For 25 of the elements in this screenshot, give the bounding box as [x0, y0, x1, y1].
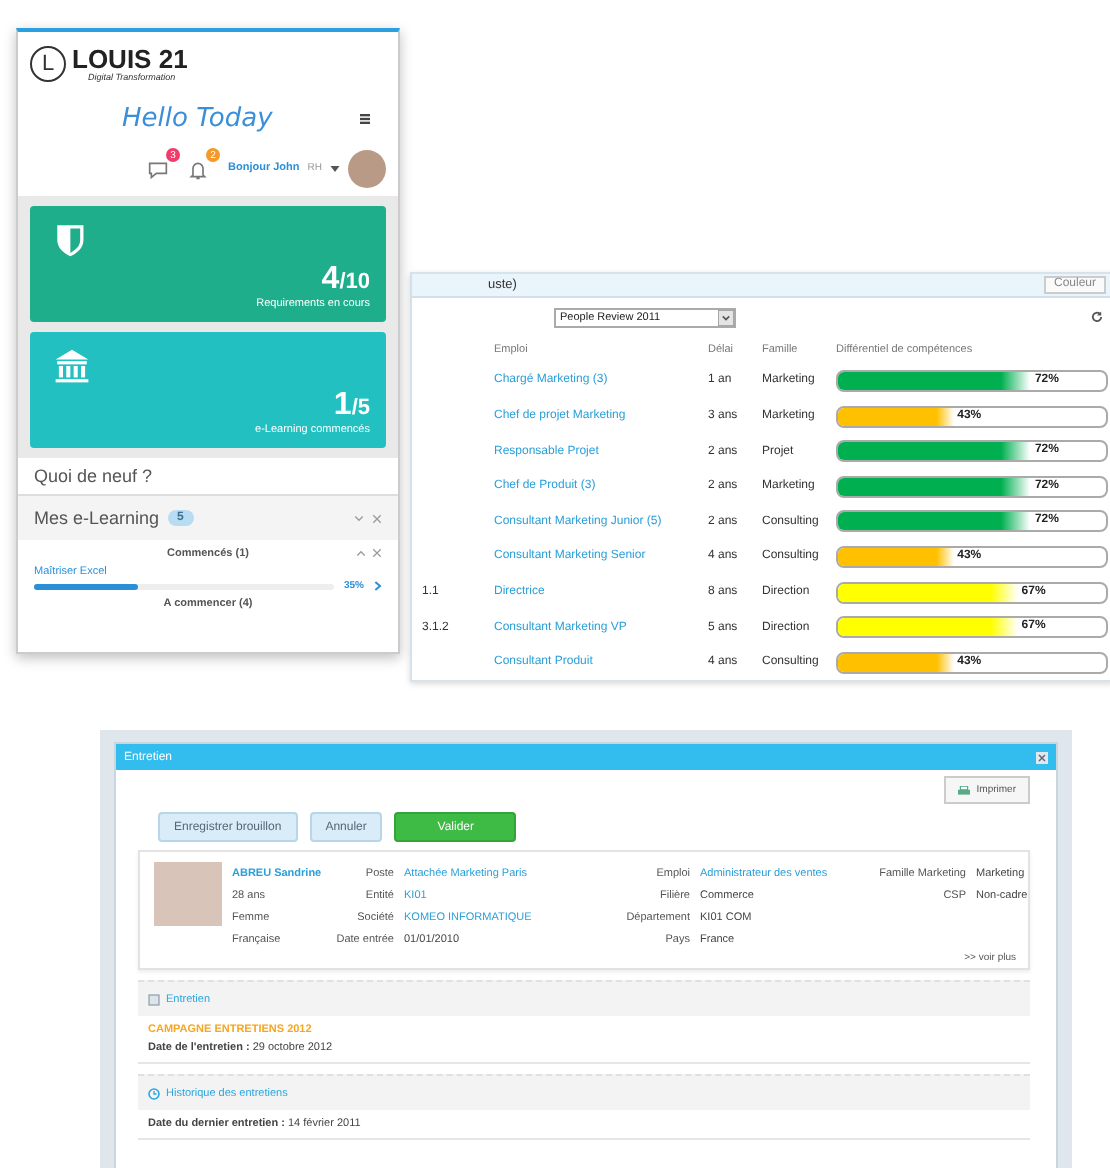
close-icon: [1036, 751, 1048, 763]
refresh-icon: [1090, 310, 1104, 325]
stat-value: 4/10: [321, 262, 370, 298]
chevron-down-icon: [354, 513, 364, 523]
checkbox-icon: [148, 993, 160, 1005]
bell-icon: [188, 160, 209, 180]
caret-icon: [330, 165, 340, 171]
clock-icon: [148, 1087, 160, 1099]
menu-icon: [360, 113, 370, 123]
chat-icon: [148, 160, 169, 180]
dropdown-caret-icon: [718, 309, 734, 326]
section-title: Mes e-Learning: [34, 508, 160, 528]
close-icon: [372, 513, 382, 523]
chevron-up-icon: [356, 548, 366, 558]
stat-value: 1/5: [333, 388, 370, 424]
close-icon: [372, 548, 382, 558]
section-title: Quoi de neuf ?: [18, 458, 398, 494]
logo-circle: L: [30, 46, 66, 82]
greeting-text: Hello Today: [122, 103, 273, 133]
chevron-right-icon: [374, 580, 382, 592]
bank-icon: [54, 348, 90, 384]
photo-placeholder: [154, 862, 222, 926]
printer-icon: [958, 785, 971, 795]
avatar[interactable]: [348, 149, 386, 187]
logo-title: LOUIS 21: [72, 46, 188, 72]
